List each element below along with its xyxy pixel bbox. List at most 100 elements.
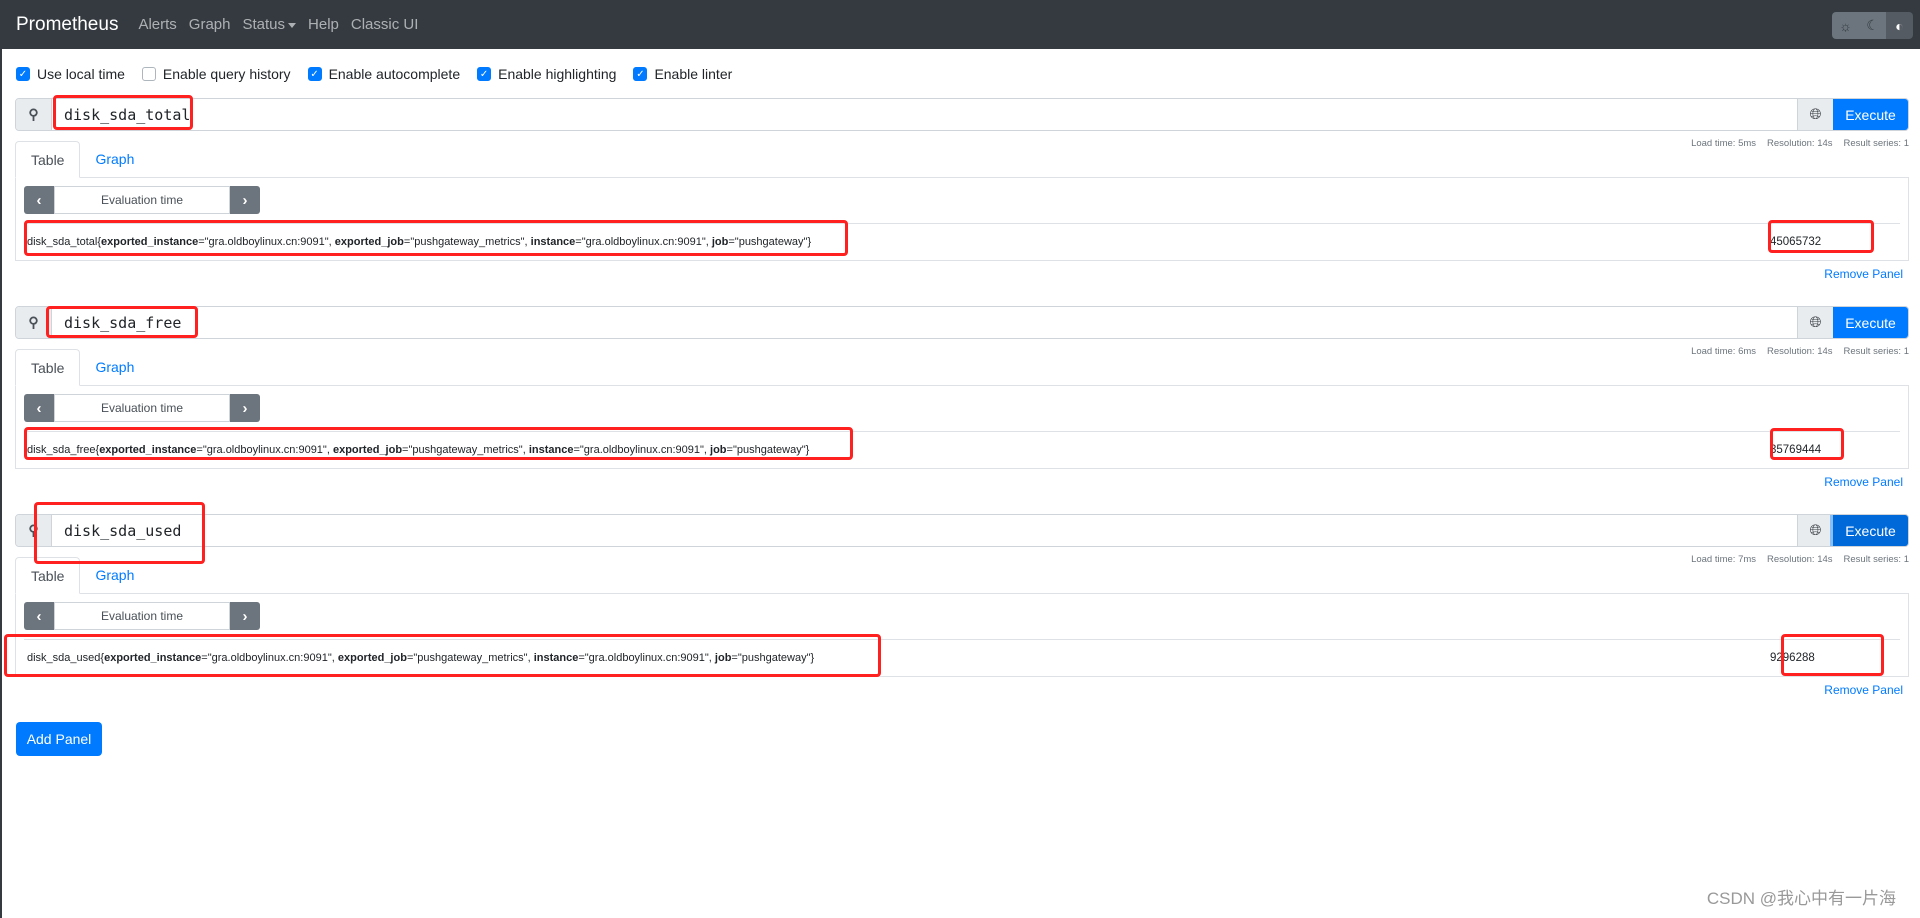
checkbox-checked-icon[interactable]: ✓ (307, 67, 322, 81)
panels: ⚲ disk_sda_total 🌐︎ Execute Table Graph … (2, 98, 1920, 722)
theme-toggle: ☼ ☾ ◐ (1832, 12, 1913, 39)
chevron-left-icon[interactable]: ‹ (24, 394, 54, 422)
label-key: job (710, 443, 727, 456)
load-time: Load time: 6ms (1691, 346, 1757, 357)
series-labels: disk_sda_used{exported_instance="gra.old… (27, 651, 815, 664)
result-series: Result series: 1 (1843, 346, 1909, 357)
remove-panel-link[interactable]: Remove Panel (1824, 683, 1903, 697)
table-body: ‹ Evaluation time › disk_sda_total{expor… (15, 178, 1909, 261)
query-stats: Load time: 6ms Resolution: 14s Result seri… (1680, 346, 1909, 357)
label-value: "gra.oldboylinux.cn:9091" (579, 443, 704, 456)
chevron-left-icon[interactable]: ‹ (24, 602, 54, 630)
query-stats: Load time: 7ms Resolution: 14s Result seri… (1680, 554, 1909, 565)
metrics-explorer-globe-icon[interactable]: 🌐︎ (1797, 515, 1833, 546)
remove-panel-link[interactable]: Remove Panel (1824, 267, 1903, 281)
nav-graph[interactable]: Graph (189, 16, 231, 33)
query-panel: ⚲ disk_sda_used 🌐︎ Execute Table Graph L… (15, 514, 1909, 722)
label-key: job (714, 651, 732, 664)
evaluation-time-input[interactable]: Evaluation time (54, 186, 230, 214)
query-input[interactable]: disk_sda_used (52, 515, 1797, 546)
chevron-right-icon[interactable]: › (230, 394, 260, 422)
nav-status-dropdown[interactable]: Status (243, 16, 297, 33)
label-value: "pushgateway_metrics" (413, 651, 528, 664)
label-value: "pushgateway" (734, 235, 808, 248)
checkbox-checked-icon[interactable]: ✓ (16, 67, 30, 81)
tab-graph[interactable]: Graph (80, 557, 149, 593)
sun-icon[interactable]: ☼ (1832, 12, 1859, 39)
table-body: ‹ Evaluation time › disk_sda_used{export… (15, 594, 1909, 677)
option-linter[interactable]: ✓ Enable linter (633, 66, 732, 82)
checkbox-checked-icon[interactable]: ✓ (477, 67, 492, 81)
evaluation-time-control: ‹ Evaluation time › (24, 602, 260, 630)
nav-classic-ui[interactable]: Classic UI (351, 16, 419, 33)
brand-link[interactable]: Prometheus (16, 14, 118, 36)
option-label: Enable autocomplete (328, 66, 461, 82)
metrics-explorer-globe-icon[interactable]: 🌐︎ (1797, 307, 1833, 338)
evaluation-time-input[interactable]: Evaluation time (54, 394, 230, 422)
label-value: "gra.oldboylinux.cn:9091" (581, 235, 706, 248)
label-key: exported_job (334, 235, 404, 248)
label-key: exported_job (332, 443, 403, 456)
load-time: Load time: 5ms (1691, 138, 1757, 149)
option-local-time[interactable]: ✓ Use local time (16, 66, 125, 82)
label-key: instance (533, 651, 579, 664)
contrast-icon[interactable]: ◐ (1886, 12, 1913, 39)
tab-graph[interactable]: Graph (80, 349, 149, 385)
evaluation-time-control: ‹ Evaluation time › (24, 394, 260, 422)
add-panel-button[interactable]: Add Panel (16, 722, 102, 756)
tab-table[interactable]: Table (15, 141, 81, 178)
table-row: disk_sda_total{exported_instance="gra.ol… (24, 223, 1900, 259)
label-value: "gra.oldboylinux.cn:9091" (207, 651, 332, 664)
chevron-left-icon[interactable]: ‹ (24, 186, 54, 214)
watermark: CSDN @我心中有一片海 (1706, 889, 1896, 908)
checkbox-unchecked-icon[interactable] (141, 67, 156, 81)
search-icon: ⚲ (16, 515, 52, 546)
navbar: Prometheus Alerts Graph Status Help Clas… (2, 0, 1920, 49)
chevron-right-icon[interactable]: › (230, 186, 260, 214)
remove-panel-link[interactable]: Remove Panel (1824, 475, 1903, 489)
tab-graph[interactable]: Graph (80, 141, 149, 177)
series-value: 45065732 (1770, 235, 1822, 248)
label-key: exported_instance (104, 651, 202, 664)
tab-table[interactable]: Table (15, 557, 81, 594)
query-row: ⚲ disk_sda_free 🌐︎ Execute (15, 306, 1909, 339)
label-value: "pushgateway" (737, 651, 811, 664)
series-labels: disk_sda_free{exported_instance="gra.old… (27, 443, 810, 456)
chevron-right-icon[interactable]: › (230, 602, 260, 630)
execute-button[interactable]: Execute (1833, 99, 1908, 130)
option-label: Enable query history (162, 66, 291, 82)
label-value: "pushgateway" (732, 443, 806, 456)
option-query-history[interactable]: Enable query history (141, 66, 291, 82)
label-key: instance (528, 443, 574, 456)
nav-status-label: Status (242, 16, 286, 33)
nav-alerts[interactable]: Alerts (138, 16, 176, 33)
panel-tabs: Table Graph Load time: 6ms Resolution: 14… (15, 346, 1909, 386)
search-icon: ⚲ (16, 99, 52, 130)
query-input[interactable]: disk_sda_total (52, 99, 1797, 130)
caret-down-icon (288, 22, 297, 28)
label-key: exported_instance (99, 443, 197, 456)
panel-tabs: Table Graph Load time: 7ms Resolution: 14… (15, 554, 1909, 594)
panel-tabs: Table Graph Load time: 5ms Resolution: 14… (15, 138, 1909, 178)
nav-help[interactable]: Help (308, 16, 339, 33)
tab-table[interactable]: Table (15, 349, 81, 386)
search-icon: ⚲ (16, 307, 52, 338)
execute-button[interactable]: Execute (1833, 307, 1908, 338)
option-label: Enable highlighting (498, 66, 617, 82)
metrics-explorer-globe-icon[interactable]: 🌐︎ (1797, 99, 1833, 130)
option-label: Enable linter (654, 66, 733, 82)
result-series: Result series: 1 (1843, 138, 1909, 149)
execute-button[interactable]: Execute (1833, 515, 1908, 546)
table-row: disk_sda_used{exported_instance="gra.old… (24, 639, 1900, 675)
option-highlighting[interactable]: ✓ Enable highlighting (477, 66, 616, 82)
evaluation-time-input[interactable]: Evaluation time (54, 602, 230, 630)
result-series: Result series: 1 (1843, 554, 1909, 565)
checkbox-checked-icon[interactable]: ✓ (633, 67, 648, 81)
option-autocomplete[interactable]: ✓ Enable autocomplete (307, 66, 461, 82)
metric-name: disk_sda_free (27, 443, 96, 456)
label-value: "pushgateway_metrics" (408, 443, 523, 456)
moon-icon[interactable]: ☾ (1859, 12, 1886, 39)
series-value: 9296288 (1770, 651, 1815, 664)
label-value: "gra.oldboylinux.cn:9091" (204, 235, 329, 248)
query-input[interactable]: disk_sda_free (52, 307, 1797, 338)
